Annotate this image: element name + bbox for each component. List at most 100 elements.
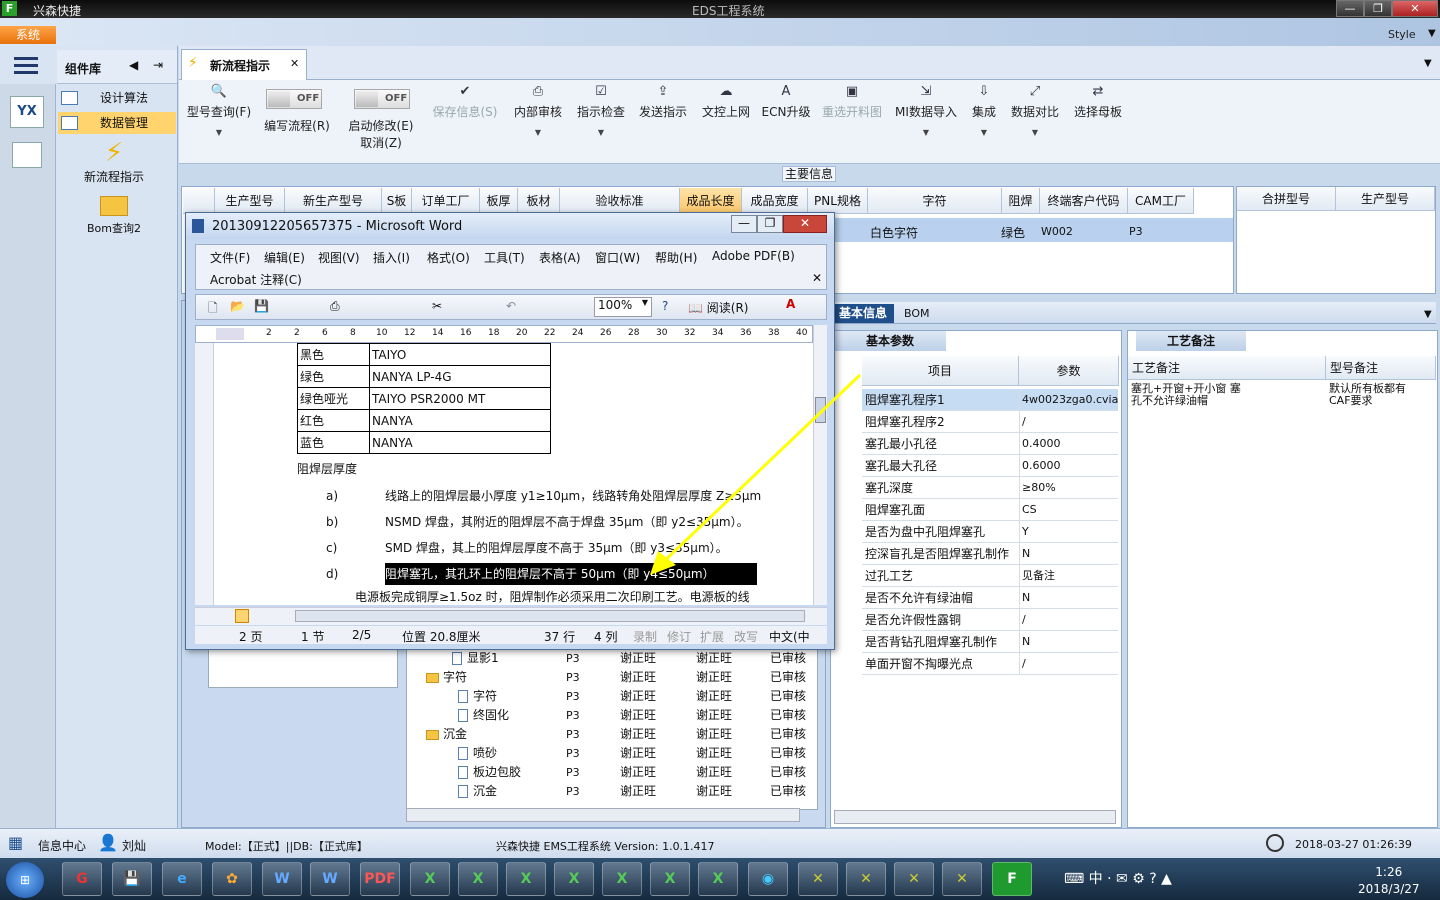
word-menu-table[interactable]: 表格(A)	[539, 249, 581, 266]
send-instruction-button[interactable]: ⇪ 发送指示	[636, 84, 690, 120]
tab-basic-info[interactable]: 基本信息	[832, 304, 894, 323]
param-row[interactable]: 是否为盘中孔阻焊塞孔 Y	[862, 521, 1118, 543]
param-row[interactable]: 阻焊塞孔面 CS	[862, 499, 1118, 521]
taskbar-window-icon[interactable]: ✕	[942, 862, 982, 896]
tab-bom[interactable]: BOM	[904, 307, 930, 320]
status-extend[interactable]: 扩展	[700, 628, 724, 645]
taskbar-app-icon[interactable]: G	[62, 862, 102, 896]
word-menu-view[interactable]: 视图(V)	[318, 249, 360, 266]
word-h-scrollbar[interactable]	[295, 610, 805, 622]
param-row[interactable]: 单面开窗不掏曝光点 /	[862, 653, 1118, 675]
collapse-left-icon[interactable]: ◀	[129, 58, 138, 72]
col-header[interactable]: 合拼型号	[1237, 187, 1336, 211]
word-minimize-button[interactable]: —	[731, 215, 757, 233]
tree-h-scrollbar[interactable]	[406, 808, 800, 822]
open-icon[interactable]: 📂	[230, 299, 245, 313]
taskbar-viewer-icon[interactable]: ◉	[748, 862, 788, 896]
taskbar-shell-icon[interactable]: ✿	[212, 862, 252, 896]
instruction-check-button[interactable]: ☑ 指示检查 ▼	[574, 84, 628, 137]
print-icon[interactable]: ⎙	[330, 299, 340, 314]
col-header[interactable]: 终端客户代码	[1040, 188, 1128, 214]
word-menu-window[interactable]: 窗口(W)	[595, 249, 640, 266]
taskbar-eds-app-icon[interactable]: F	[992, 862, 1032, 896]
model-query-button[interactable]: 🔍 型号查询(F) ▼	[184, 84, 254, 137]
status-overtype[interactable]: 改写	[734, 628, 758, 645]
word-menu-insert[interactable]: 插入(I)	[373, 249, 410, 266]
taskbar-pdf-icon[interactable]: PDF	[360, 862, 400, 896]
ecn-upgrade-button[interactable]: A ECN升级	[760, 84, 812, 120]
info-center-link[interactable]: 信息中心	[38, 837, 86, 854]
tree-row[interactable]: 板边包胶 P3 谢正旺 谢正旺 已审核	[406, 763, 812, 782]
taskbar-excel-icon[interactable]: X	[458, 862, 498, 896]
param-row[interactable]: 阻焊塞孔程序2/	[862, 411, 1118, 433]
tree-row[interactable]: 显影1 P3 谢正旺 谢正旺 已审核	[406, 649, 812, 668]
start-button-icon[interactable]: ⊞	[6, 862, 44, 898]
launcher-bom-query[interactable]: Bom查询2	[78, 196, 150, 236]
yx-module-icon[interactable]: YX	[10, 96, 44, 128]
tab-new-flow[interactable]: ⚡ 新流程指示 ✕	[181, 49, 307, 81]
read-mode-button[interactable]: 📖 阅读(R)	[688, 299, 748, 316]
param-row[interactable]: 过孔工艺 见备注	[862, 565, 1118, 587]
model-note-text[interactable]: 默认所有板都有CAF要求	[1329, 383, 1419, 407]
write-flow-toggle[interactable]: OFF	[266, 89, 322, 109]
col-header[interactable]: 成品长度	[680, 188, 742, 214]
status-record[interactable]: 录制	[633, 628, 657, 645]
nav-item-data-management[interactable]: 数据管理	[58, 112, 176, 134]
col-header[interactable]: PNL规格	[808, 188, 868, 214]
doc-upload-button[interactable]: ☁ 文控上网	[698, 84, 754, 120]
taskbar-excel-icon[interactable]: X	[650, 862, 690, 896]
taskbar-excel-icon[interactable]: X	[698, 862, 738, 896]
col-header[interactable]: 阻焊	[1002, 188, 1040, 214]
font-color-icon[interactable]: A	[786, 297, 795, 311]
param-row[interactable]: 控深盲孔是否阻焊塞孔制作 N	[862, 543, 1118, 565]
col-header[interactable]: 工艺备注	[1128, 356, 1326, 380]
calculator-module-icon[interactable]	[12, 142, 42, 168]
col-header[interactable]: 新生产型号	[285, 188, 382, 214]
save-info-button[interactable]: ✔ 保存信息(S)	[430, 84, 500, 120]
word-menu-acrobat[interactable]: Acrobat 注释(C)	[210, 271, 302, 288]
param-row[interactable]: 塞孔最小孔径 0.4000	[862, 433, 1118, 455]
system-menu-tab[interactable]: 系统	[0, 26, 56, 44]
param-row[interactable]: 是否不允许有绿油帽 N	[862, 587, 1118, 609]
tab-list-chevron-icon[interactable]: ▼	[1424, 58, 1432, 69]
detail-chevron-icon[interactable]: ▼	[1424, 309, 1432, 320]
menu-toggle-icon[interactable]	[14, 57, 38, 75]
word-restore-button[interactable]: ❐	[757, 215, 783, 233]
word-menu-edit[interactable]: 编辑(E)	[264, 249, 305, 266]
style-dropdown[interactable]: Style	[1388, 28, 1416, 41]
data-compare-button[interactable]: ⤢ 数据对比 ▼	[1008, 84, 1062, 137]
param-row[interactable]: 阻焊塞孔程序1 4w0023zga0.cvia	[862, 389, 1118, 411]
nav-item-design-algorithm[interactable]: 设计算法	[58, 87, 176, 109]
help-icon[interactable]: ?	[662, 299, 668, 313]
tree-row[interactable]: 终固化 P3 谢正旺 谢正旺 已审核	[406, 706, 812, 725]
col-header[interactable]: 生产型号	[215, 188, 285, 214]
col-header[interactable]: 生产型号	[1336, 187, 1435, 211]
cut-icon[interactable]: ✂	[432, 299, 442, 313]
select-master-board-button[interactable]: ⇄ 选择母板	[1070, 84, 1126, 120]
col-header[interactable]: 成品宽度	[742, 188, 808, 214]
taskbar-excel-icon[interactable]: X	[506, 862, 546, 896]
col-header[interactable]: S板	[382, 188, 412, 214]
tray-clock[interactable]: 1:26 2018/3/27	[1358, 864, 1420, 898]
param-row[interactable]: 是否背钻孔阻焊塞孔制作 N	[862, 631, 1118, 653]
start-modify-toggle[interactable]: OFF	[354, 89, 410, 109]
save-icon[interactable]: 💾	[254, 299, 269, 313]
close-button[interactable]: ✕	[1392, 0, 1438, 17]
col-header[interactable]: 订单工厂	[412, 188, 480, 214]
cancel-label[interactable]: 取消(Z)	[344, 134, 418, 151]
maximize-button[interactable]: ❐	[1364, 0, 1392, 17]
status-track[interactable]: 修订	[667, 628, 691, 645]
word-menu-adobe-pdf[interactable]: Adobe PDF(B)	[712, 249, 795, 263]
zoom-select[interactable]: 100% ▼	[594, 297, 652, 317]
reselect-cutting-button[interactable]: ▣ 重选开料图	[818, 84, 886, 120]
tree-row[interactable]: 沉金 P3 谢正旺 谢正旺 已审核	[406, 725, 812, 744]
integrate-button[interactable]: ⇩ 集成 ▼	[966, 84, 1002, 137]
print-layout-icon[interactable]	[235, 609, 249, 623]
params-h-scrollbar[interactable]	[834, 810, 1116, 824]
param-row[interactable]: 塞孔最大孔径 0.6000	[862, 455, 1118, 477]
process-note-text[interactable]: 塞孔+开窗+开小窗 塞孔不允许绿油帽	[1131, 383, 1241, 407]
col-header[interactable]: 项目	[862, 356, 1019, 386]
word-menu-file[interactable]: 文件(F)	[210, 249, 250, 266]
taskbar-window-icon[interactable]: ✕	[894, 862, 934, 896]
col-header[interactable]: 板材	[518, 188, 560, 214]
